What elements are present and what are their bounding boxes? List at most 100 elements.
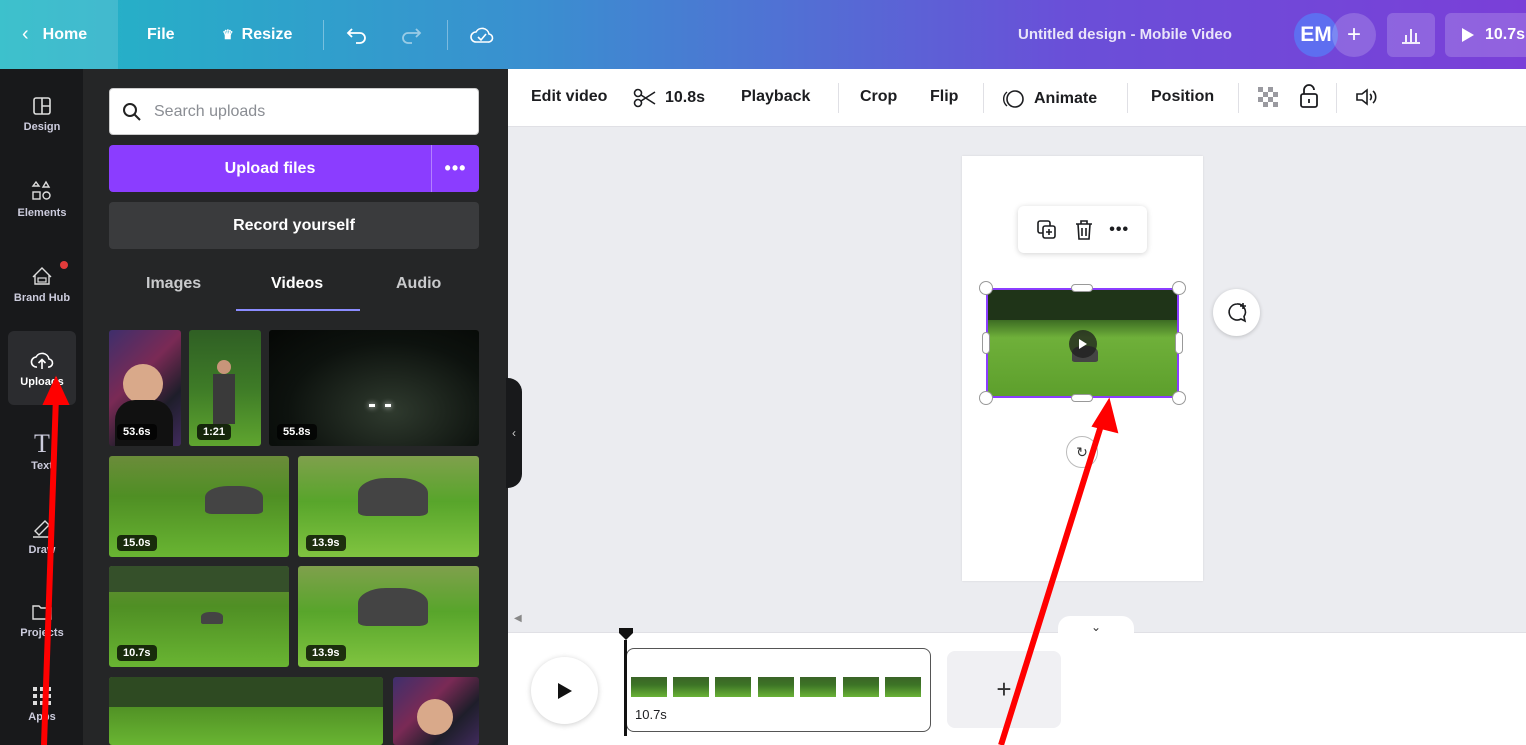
- resize-handle-bottom-left[interactable]: [979, 391, 993, 405]
- person-figure: [213, 374, 235, 424]
- rotate-icon[interactable]: ↻: [1066, 436, 1098, 468]
- collapse-timeline-button[interactable]: ⌄: [1058, 616, 1134, 638]
- clip-frame: [800, 677, 836, 697]
- flip-button[interactable]: Flip: [930, 88, 958, 106]
- add-comment-icon[interactable]: [1213, 289, 1260, 336]
- transparency-icon[interactable]: [1256, 85, 1280, 109]
- file-menu-button[interactable]: File: [147, 0, 175, 69]
- share-add-icon[interactable]: +: [1332, 13, 1376, 57]
- divider: [1127, 83, 1128, 113]
- undo-icon[interactable]: [346, 0, 368, 69]
- upload-files-button[interactable]: Upload files: [109, 145, 431, 192]
- tab-audio[interactable]: Audio: [396, 275, 441, 293]
- horizontal-scrollbar[interactable]: ◀: [508, 609, 1526, 633]
- trees-background: [988, 290, 1177, 320]
- playhead-scrubber[interactable]: [619, 628, 633, 736]
- resize-handle-bottom-right[interactable]: [1172, 391, 1186, 405]
- search-input[interactable]: [154, 102, 454, 121]
- crop-button[interactable]: Crop: [860, 88, 897, 106]
- position-button[interactable]: Position: [1151, 88, 1214, 106]
- timeline-clip[interactable]: 10.7s: [626, 648, 931, 732]
- text-icon: T: [34, 428, 50, 458]
- resize-handle-top[interactable]: [1071, 284, 1093, 292]
- insights-icon[interactable]: [1387, 13, 1435, 57]
- resize-handle-bottom[interactable]: [1071, 394, 1093, 402]
- person-figure: [123, 364, 163, 404]
- duration-badge: 10.7s: [117, 645, 157, 661]
- crown-icon: ♛: [222, 26, 234, 42]
- more-options-icon[interactable]: •••: [431, 145, 479, 192]
- video-thumbnail[interactable]: 1:21: [189, 330, 261, 446]
- headlight: [385, 404, 391, 407]
- divider: [1336, 83, 1337, 113]
- rail-item-projects[interactable]: Projects: [8, 583, 76, 657]
- trim-button[interactable]: 10.8s: [633, 88, 705, 108]
- rail-item-uploads[interactable]: Uploads: [8, 331, 76, 405]
- rail-item-apps[interactable]: Apps: [8, 667, 76, 741]
- rail-label: Elements: [17, 206, 67, 219]
- notification-dot: [60, 261, 68, 269]
- record-yourself-button[interactable]: Record yourself: [109, 202, 479, 249]
- video-thumbnail[interactable]: 10.7s: [109, 566, 289, 667]
- playback-button[interactable]: Playback: [741, 88, 810, 106]
- volume-icon[interactable]: [1354, 86, 1380, 108]
- selected-video-element[interactable]: [986, 288, 1179, 398]
- present-play-button[interactable]: 10.7s: [1445, 13, 1526, 57]
- duration-badge: 15.0s: [117, 535, 157, 551]
- divider: [838, 83, 839, 113]
- active-tab-indicator: [236, 309, 360, 311]
- play-icon[interactable]: [1069, 330, 1097, 358]
- upload-files-group: Upload files •••: [109, 145, 479, 192]
- home-button[interactable]: ‹ Home: [0, 0, 118, 69]
- more-options-icon[interactable]: •••: [1109, 221, 1129, 239]
- shapes-icon: [31, 180, 51, 200]
- search-box[interactable]: [109, 88, 479, 135]
- edit-video-button[interactable]: Edit video: [531, 88, 607, 106]
- design-title[interactable]: Untitled design - Mobile Video: [1018, 0, 1232, 69]
- video-thumbnail[interactable]: 55.8s: [269, 330, 479, 446]
- redo-icon[interactable]: [400, 0, 422, 69]
- top-bar: ‹ Home File ♛ Resize Untitled design - M…: [0, 0, 1526, 69]
- rail-item-design[interactable]: Design: [8, 77, 76, 151]
- resize-button[interactable]: ♛ Resize: [222, 0, 292, 69]
- mower-figure: [201, 612, 223, 624]
- cloud-upload-icon: [30, 352, 54, 369]
- animate-icon: [1003, 90, 1024, 108]
- rail-item-text[interactable]: T Text: [8, 415, 76, 489]
- resize-handle-top-right[interactable]: [1172, 281, 1186, 295]
- person-figure: [217, 360, 231, 374]
- video-thumbnail[interactable]: [393, 677, 479, 745]
- rail-label: Apps: [28, 710, 56, 723]
- rail-item-brand-hub[interactable]: Brand Hub: [8, 247, 76, 321]
- unlock-icon[interactable]: [1298, 83, 1320, 109]
- rail-item-elements[interactable]: Elements: [8, 162, 76, 236]
- collapse-panel-handle[interactable]: ‹: [506, 378, 522, 488]
- layout-icon: [33, 96, 51, 115]
- add-page-button[interactable]: +: [947, 651, 1061, 728]
- resize-handle-top-left[interactable]: [979, 281, 993, 295]
- rail-label: Draw: [28, 543, 56, 556]
- video-thumbnail[interactable]: 13.9s: [298, 456, 479, 557]
- video-thumbnail[interactable]: 13.9s: [298, 566, 479, 667]
- scroll-left-icon[interactable]: ◀: [514, 613, 522, 624]
- video-thumbnail[interactable]: 53.6s: [109, 330, 181, 446]
- play-icon: [557, 682, 572, 699]
- duration-badge: 53.6s: [117, 424, 157, 440]
- animate-button[interactable]: Animate: [1000, 88, 1097, 110]
- duplicate-icon[interactable]: [1036, 219, 1058, 241]
- side-rail: Design Elements Brand Hub Uploads T Text…: [0, 69, 83, 745]
- scissors-icon: [633, 88, 656, 108]
- timeline-play-button[interactable]: [531, 657, 598, 724]
- tab-videos[interactable]: Videos: [271, 275, 323, 293]
- clip-frame: [631, 677, 667, 697]
- trash-icon[interactable]: [1074, 219, 1094, 241]
- resize-handle-left[interactable]: [982, 332, 990, 354]
- video-thumbnail[interactable]: [109, 677, 383, 745]
- mower-figure: [205, 486, 263, 514]
- cloud-saved-icon[interactable]: [470, 0, 494, 69]
- rail-item-draw[interactable]: Draw: [8, 499, 76, 573]
- tab-images[interactable]: Images: [146, 275, 201, 293]
- video-thumbnail[interactable]: 15.0s: [109, 456, 289, 557]
- clip-frame: [843, 677, 879, 697]
- resize-handle-right[interactable]: [1175, 332, 1183, 354]
